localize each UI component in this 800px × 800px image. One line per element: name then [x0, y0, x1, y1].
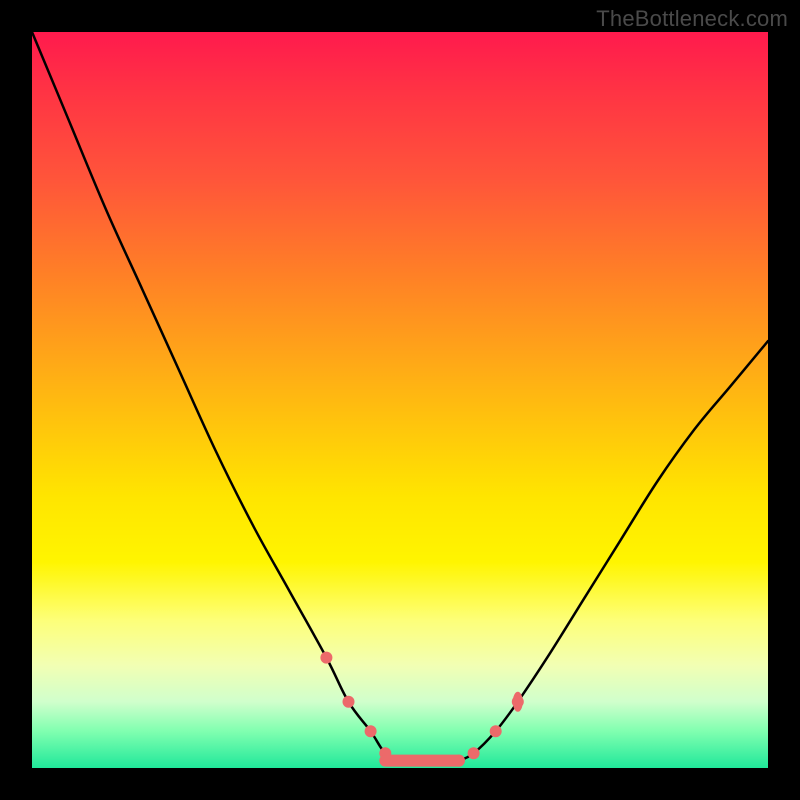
- chart-frame: TheBottleneck.com: [0, 0, 800, 800]
- dot-right-highlight-dots: [468, 747, 480, 759]
- dot-smear-icon: [513, 692, 523, 712]
- dot-right-highlight-dots: [490, 725, 502, 737]
- curve-right-curve: [459, 341, 768, 760]
- band-bottom-band: [379, 755, 465, 767]
- curve-left-curve: [32, 32, 400, 761]
- watermark-label: TheBottleneck.com: [596, 6, 788, 32]
- dot-left-highlight-dots: [320, 652, 332, 664]
- chart-curves-group: [32, 32, 768, 767]
- plot-area: [32, 32, 768, 768]
- dot-left-highlight-dots: [343, 696, 355, 708]
- chart-svg: [32, 32, 768, 768]
- dot-left-highlight-dots: [365, 725, 377, 737]
